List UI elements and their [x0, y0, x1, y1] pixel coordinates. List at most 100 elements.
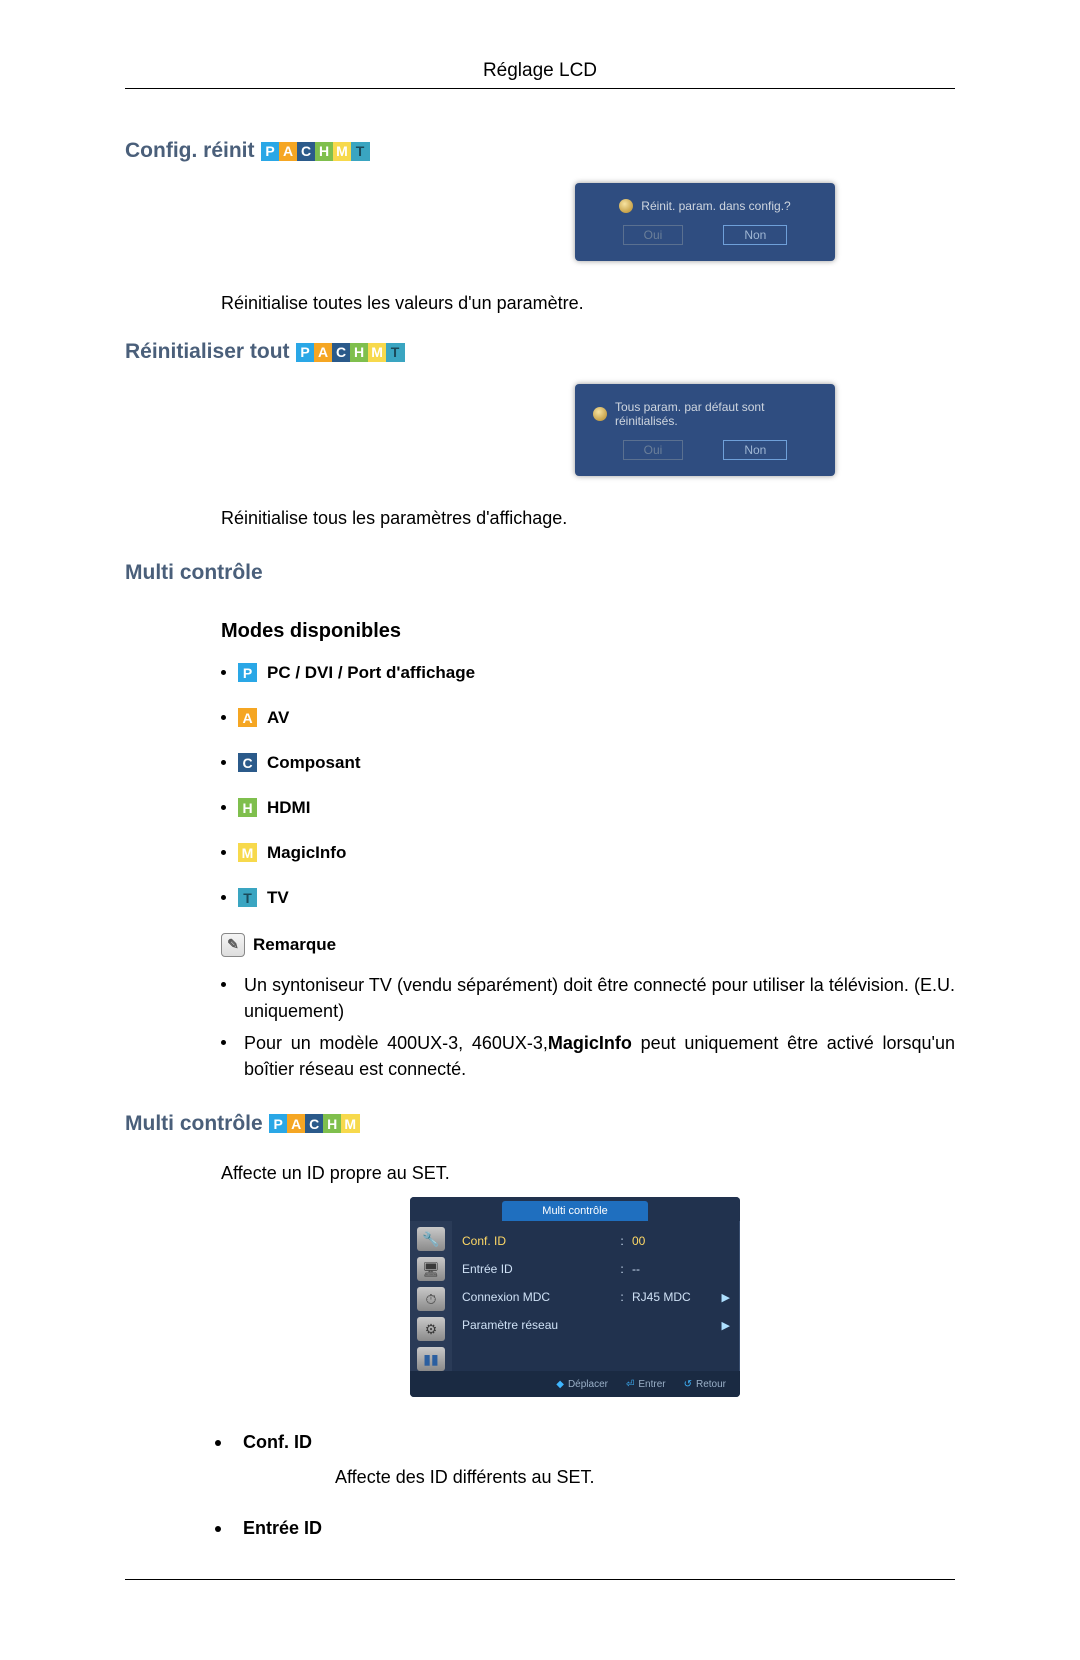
- osd-footer-move: ◆ Déplacer: [556, 1379, 608, 1390]
- osd-nav-icon[interactable]: ⚙: [417, 1317, 445, 1341]
- badge-p-icon: P: [238, 663, 257, 682]
- mode-label: MagicInfo: [267, 843, 346, 863]
- osd-row-param-reseau[interactable]: Paramètre réseau ▶: [462, 1311, 730, 1339]
- dialog-yes-button[interactable]: Oui: [623, 225, 684, 245]
- dialog-message: Tous param. par défaut sont réinitialisé…: [593, 400, 817, 428]
- modes-subheading: Modes disponibles: [221, 620, 955, 643]
- badge-h-icon: H: [323, 1114, 342, 1133]
- reinit-tout-desc: Réinitialise tous les paramètres d'affic…: [221, 506, 955, 530]
- section-multi2-heading-row: Multi contrôle P A C H M: [125, 1112, 955, 1136]
- mode-item-a: A AV: [221, 708, 955, 728]
- dialog-no-button[interactable]: Non: [723, 440, 787, 460]
- badge-a-icon: A: [238, 708, 257, 727]
- mode-item-p: P PC / DVI / Port d'affichage: [221, 663, 955, 683]
- dialog-buttons: Oui Non: [593, 225, 817, 245]
- osd-row-label: Entrée ID: [462, 1262, 612, 1276]
- remark-label: Remarque: [253, 935, 336, 955]
- page-title: Réglage LCD: [125, 60, 955, 82]
- osd-row-label: Conf. ID: [462, 1234, 612, 1248]
- badge-a-icon: A: [287, 1114, 306, 1133]
- osd-row-value: 00: [632, 1234, 712, 1248]
- config-reinit-desc: Réinitialise toutes les valeurs d'un par…: [221, 291, 955, 315]
- note-text: Un syntoniseur TV (vendu séparément) doi…: [244, 972, 955, 1024]
- reinit-tout-dialog-wrap: Tous param. par défaut sont réinitialisé…: [125, 374, 955, 476]
- section-config-reinit-heading-row: Config. réinit P A C H M T: [125, 139, 955, 163]
- section-multi1-heading-row: Multi contrôle: [125, 561, 955, 585]
- move-icon: ◆: [556, 1379, 564, 1390]
- section-reinit-tout-heading: Réinitialiser tout: [125, 340, 290, 364]
- osd-row-entree-id[interactable]: Entrée ID : --: [462, 1255, 730, 1283]
- top-rule: [125, 88, 955, 89]
- definition-list: Conf. ID Affecte des ID différents au SE…: [215, 1432, 955, 1539]
- bullet-icon: [221, 805, 226, 810]
- bullet-icon: [221, 760, 226, 765]
- badge-m-icon: M: [238, 843, 257, 862]
- def-term: Entrée ID: [243, 1518, 322, 1539]
- badge-t-icon: T: [386, 343, 405, 362]
- osd-row-value: RJ45 MDC: [632, 1290, 712, 1304]
- osd-footer-label: Déplacer: [568, 1379, 608, 1390]
- note-item: Pour un modèle 400UX-3, 460UX-3,MagicInf…: [221, 1030, 955, 1082]
- mode-item-c: C Composant: [221, 753, 955, 773]
- mode-label: PC / DVI / Port d'affichage: [267, 663, 475, 683]
- badge-t-icon: T: [351, 142, 370, 161]
- osd-nav-icon[interactable]: ▮▮: [417, 1347, 445, 1371]
- colon: :: [618, 1262, 626, 1276]
- bullet-icon: [215, 1440, 221, 1446]
- mode-label: HDMI: [267, 798, 310, 818]
- osd-footer-label: Entrer: [638, 1379, 665, 1390]
- badge-h-icon: H: [238, 798, 257, 817]
- dialog-message-text: Réinit. param. dans config.?: [641, 199, 790, 213]
- osd-nav-icon[interactable]: 🖥: [417, 1257, 445, 1281]
- osd-row-connexion-mdc[interactable]: Connexion MDC : RJ45 MDC ▶: [462, 1283, 730, 1311]
- mode-label: TV: [267, 888, 289, 908]
- dialog-message-text: Tous param. par défaut sont réinitialisé…: [615, 400, 817, 428]
- osd-row-value: --: [632, 1262, 712, 1276]
- info-icon: [593, 407, 607, 421]
- mode-label: AV: [267, 708, 289, 728]
- config-reinit-dialog-wrap: Réinit. param. dans config.? Oui Non: [125, 173, 955, 261]
- osd-row-conf-id[interactable]: Conf. ID : 00: [462, 1227, 730, 1255]
- multi2-desc: Affecte un ID propre au SET.: [221, 1161, 955, 1185]
- colon: :: [618, 1234, 626, 1248]
- osd-nav-icon[interactable]: 🔧: [417, 1227, 445, 1251]
- def-desc: Affecte des ID différents au SET.: [335, 1467, 955, 1488]
- badge-m-icon: M: [368, 343, 387, 362]
- def-term: Conf. ID: [243, 1432, 312, 1453]
- osd-wrap: Multi contrôle 🔧 🖥 ⏱ ⚙ ▮▮ Conf. ID : 00: [195, 1197, 955, 1397]
- enter-icon: ⏎: [626, 1379, 634, 1390]
- badge-c-icon: C: [332, 343, 351, 362]
- badge-m-icon: M: [333, 142, 352, 161]
- badge-h-icon: H: [350, 343, 369, 362]
- note-text: Pour un modèle 400UX-3, 460UX-3,MagicInf…: [244, 1030, 955, 1082]
- badge-c-icon: C: [305, 1114, 324, 1133]
- badge-p-icon: P: [269, 1114, 288, 1133]
- bullet-icon: [215, 1526, 221, 1532]
- bullet-icon: [221, 982, 226, 987]
- osd-nav-icon[interactable]: ⏱: [417, 1287, 445, 1311]
- badge-c-icon: C: [238, 753, 257, 772]
- chevron-right-icon: ▶: [718, 1319, 730, 1332]
- dialog-no-button[interactable]: Non: [723, 225, 787, 245]
- config-reinit-dialog: Réinit. param. dans config.? Oui Non: [575, 183, 835, 261]
- dialog-message: Réinit. param. dans config.?: [593, 199, 817, 213]
- osd-sidebar: 🔧 🖥 ⏱ ⚙ ▮▮: [410, 1221, 452, 1371]
- note-item: Un syntoniseur TV (vendu séparément) doi…: [221, 972, 955, 1024]
- osd-footer-enter: ⏎ Entrer: [626, 1379, 666, 1390]
- section-multi2-heading: Multi contrôle: [125, 1112, 263, 1136]
- def-item-conf-id: Conf. ID: [215, 1432, 955, 1453]
- mode-badges: P A C H M T: [296, 343, 403, 362]
- colon: :: [618, 1290, 626, 1304]
- reinit-tout-dialog: Tous param. par défaut sont réinitialisé…: [575, 384, 835, 476]
- bullet-icon: [221, 670, 226, 675]
- chevron-right-icon: ▶: [718, 1291, 730, 1304]
- bullet-icon: [221, 895, 226, 900]
- osd-tab: Multi contrôle: [502, 1201, 647, 1221]
- section-multi1-heading: Multi contrôle: [125, 561, 263, 585]
- osd-content: Conf. ID : 00 Entrée ID : -- Connexion M…: [452, 1221, 740, 1371]
- return-icon: ↺: [684, 1379, 692, 1390]
- mode-item-t: T TV: [221, 888, 955, 908]
- dialog-yes-button[interactable]: Oui: [623, 440, 684, 460]
- document-page: Réglage LCD Config. réinit P A C H M T R…: [0, 0, 1080, 1660]
- bullet-icon: [221, 1040, 226, 1045]
